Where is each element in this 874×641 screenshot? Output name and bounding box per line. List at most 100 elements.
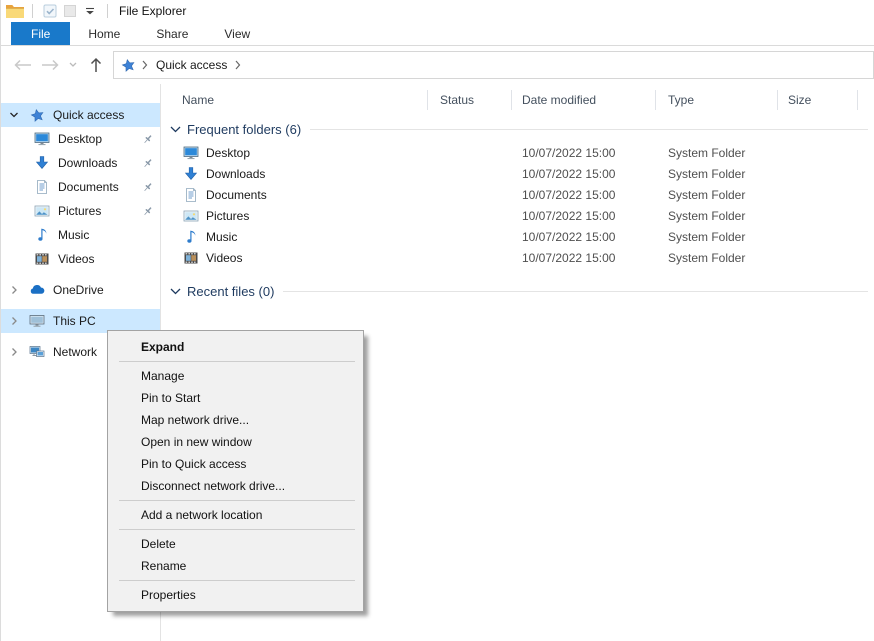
sidebar-item-onedrive[interactable]: OneDrive [1, 278, 160, 302]
menu-item-rename[interactable]: Rename [108, 555, 363, 577]
ribbon-tab-view[interactable]: View [206, 22, 268, 45]
title-bar: File Explorer [1, 0, 874, 22]
sidebar-item-label: OneDrive [53, 283, 104, 297]
menu-item-disconnect-network-drive[interactable]: Disconnect network drive... [108, 475, 363, 497]
pin-icon [141, 133, 154, 146]
sidebar-item-quick-access[interactable]: Quick access [1, 103, 160, 127]
column-header-date-modified[interactable]: Date modified [512, 84, 656, 116]
this-pc-icon [29, 313, 45, 329]
breadcrumb-location[interactable]: Quick access [154, 58, 229, 72]
divider [107, 4, 108, 18]
sidebar-item-desktop[interactable]: Desktop [1, 127, 160, 151]
file-cell-type: System Folder [656, 188, 778, 202]
new-folder-icon [62, 3, 78, 19]
ribbon-tab-file[interactable]: File [11, 22, 70, 45]
ribbon-tab-share[interactable]: Share [138, 22, 206, 45]
menu-separator [119, 361, 355, 362]
file-row-downloads[interactable]: Downloads10/07/2022 15:00System Folder [161, 163, 874, 184]
file-row-videos[interactable]: Videos10/07/2022 15:00System Folder [161, 247, 874, 268]
section-title: Recent files (0) [187, 284, 274, 299]
qat-new-folder-button[interactable] [60, 2, 80, 20]
menu-item-map-network-drive[interactable]: Map network drive... [108, 409, 363, 431]
sidebar-item-label: Pictures [58, 204, 101, 218]
chevron-right-icon [9, 284, 29, 296]
quick-access-icon [29, 107, 45, 123]
column-header-size[interactable]: Size [778, 84, 858, 116]
file-cell-type: System Folder [656, 146, 778, 160]
onedrive-icon [29, 282, 45, 298]
desktop-icon [34, 131, 50, 147]
menu-item-manage[interactable]: Manage [108, 365, 363, 387]
section-rule [283, 291, 868, 292]
file-row-desktop[interactable]: Desktop10/07/2022 15:00System Folder [161, 142, 874, 163]
sidebar-item-downloads[interactable]: Downloads [1, 151, 160, 175]
menu-separator [119, 500, 355, 501]
file-row-documents[interactable]: Documents10/07/2022 15:00System Folder [161, 184, 874, 205]
window-title: File Explorer [119, 4, 186, 18]
menu-item-delete[interactable]: Delete [108, 533, 363, 555]
chevron-down-icon [168, 124, 182, 134]
section-header-recent-files[interactable]: Recent files (0) [161, 278, 874, 304]
file-cell-date: 10/07/2022 15:00 [512, 209, 656, 223]
network-icon [29, 344, 45, 360]
file-row-pictures[interactable]: Pictures10/07/2022 15:00System Folder [161, 205, 874, 226]
menu-item-properties[interactable]: Properties [108, 584, 363, 606]
up-button[interactable] [83, 53, 109, 77]
sidebar-item-label: Downloads [58, 156, 117, 170]
sidebar-item-label: Videos [58, 252, 94, 266]
address-bar[interactable]: Quick access [113, 51, 874, 79]
music-icon [183, 229, 199, 245]
ribbon-tab-bar: FileHomeShareView [1, 22, 874, 46]
pin-icon [141, 157, 154, 170]
section-header-frequent-folders[interactable]: Frequent folders (6) [161, 116, 874, 142]
music-icon [34, 227, 50, 243]
sidebar-item-label: Desktop [58, 132, 102, 146]
menu-separator [119, 529, 355, 530]
file-cell-type: System Folder [656, 230, 778, 244]
menu-item-open-in-new-window[interactable]: Open in new window [108, 431, 363, 453]
back-button[interactable] [9, 53, 35, 77]
breadcrumb-chevron-icon[interactable] [235, 60, 241, 70]
breadcrumb-chevron-icon [142, 60, 148, 70]
menu-item-expand[interactable]: Expand [108, 336, 363, 358]
file-cell-name: Videos [206, 251, 428, 265]
sidebar-item-documents[interactable]: Documents [1, 175, 160, 199]
file-cell-name: Downloads [206, 167, 428, 181]
column-header-type[interactable]: Type [656, 84, 778, 116]
column-header-status[interactable]: Status [428, 84, 512, 116]
file-cell-date: 10/07/2022 15:00 [512, 188, 656, 202]
menu-separator [119, 580, 355, 581]
section-title: Frequent folders (6) [187, 122, 301, 137]
chevron-down-icon [69, 62, 77, 68]
chevron-down-icon [9, 109, 29, 121]
documents-icon [34, 179, 50, 195]
file-cell-date: 10/07/2022 15:00 [512, 230, 656, 244]
menu-item-pin-to-start[interactable]: Pin to Start [108, 387, 363, 409]
sidebar-item-label: This PC [53, 314, 96, 328]
recent-locations-button[interactable] [65, 53, 81, 77]
section-rule [310, 129, 868, 130]
quick-access-icon [120, 57, 136, 73]
column-header-name[interactable]: Name [161, 84, 428, 116]
navigation-buttons [1, 53, 113, 77]
sidebar-item-label: Network [53, 345, 97, 359]
file-cell-type: System Folder [656, 167, 778, 181]
chevron-right-icon [9, 315, 29, 327]
menu-item-pin-to-quick-access[interactable]: Pin to Quick access [108, 453, 363, 475]
properties-check-icon [42, 3, 58, 19]
divider [32, 4, 33, 18]
file-row-music[interactable]: Music 10/07/2022 15:00System Folder [161, 226, 874, 247]
column-headers: NameStatusDate modifiedTypeSize [161, 84, 874, 116]
sidebar-item-music[interactable]: Music [1, 223, 160, 247]
menu-item-add-a-network-location[interactable]: Add a network location [108, 504, 363, 526]
pictures-icon [183, 208, 199, 224]
ribbon-tab-home[interactable]: Home [70, 22, 138, 45]
qat-properties-button[interactable] [40, 2, 60, 20]
sidebar-item-videos[interactable]: Videos [1, 247, 160, 271]
sidebar-item-label: Documents [58, 180, 119, 194]
file-cell-name: Music [206, 230, 428, 244]
forward-button[interactable] [37, 53, 63, 77]
sidebar-item-pictures[interactable]: Pictures [1, 199, 160, 223]
file-list: Desktop10/07/2022 15:00System FolderDown… [161, 142, 874, 268]
qat-customize-button[interactable] [80, 2, 100, 20]
